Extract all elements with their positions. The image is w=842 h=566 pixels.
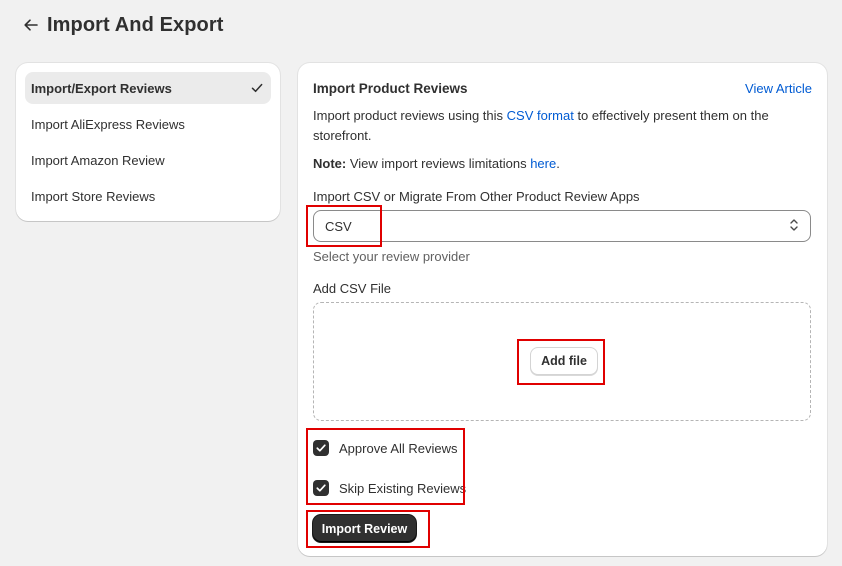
import-review-button[interactable]: Import Review [313, 515, 416, 542]
skip-existing-reviews-checkbox[interactable]: Skip Existing Reviews [313, 480, 466, 496]
csv-format-link[interactable]: CSV format [507, 108, 574, 123]
back-button[interactable] [20, 12, 42, 38]
sidebar-nav: Import/Export Reviews Import AliExpress … [16, 63, 280, 221]
select-arrows-icon [788, 217, 800, 236]
add-file-button[interactable]: Add file [530, 347, 598, 375]
page-title: Import And Export [47, 13, 224, 36]
page-header: Import And Export [20, 12, 224, 38]
note-text: View import reviews limitations [346, 156, 531, 171]
approve-all-reviews-checkbox[interactable]: Approve All Reviews [313, 440, 458, 456]
sidebar-item-import-export-reviews[interactable]: Import/Export Reviews [25, 72, 271, 104]
view-article-link[interactable]: View Article [745, 81, 812, 96]
csv-file-dropzone[interactable]: Add file [313, 302, 811, 421]
sidebar-item-import-aliexpress-reviews[interactable]: Import AliExpress Reviews [25, 108, 271, 140]
checkbox-checked-icon [313, 480, 329, 496]
sidebar-item-label: Import Amazon Review [31, 152, 165, 168]
sidebar-item-import-store-reviews[interactable]: Import Store Reviews [25, 180, 271, 212]
provider-select-hint: Select your review provider [313, 249, 470, 264]
card-title: Import Product Reviews [313, 81, 468, 96]
import-product-reviews-card: Import Product Reviews View Article Impo… [298, 63, 827, 556]
skip-existing-reviews-label: Skip Existing Reviews [339, 480, 467, 496]
import-export-page: Import And Export Import/Export Reviews … [0, 0, 842, 566]
arrow-left-icon [24, 19, 38, 31]
limitations-here-link[interactable]: here [530, 156, 556, 171]
approve-all-reviews-label: Approve All Reviews [339, 440, 458, 456]
sidebar-item-import-amazon-review[interactable]: Import Amazon Review [25, 144, 271, 176]
checkmark-icon [249, 80, 265, 96]
sidebar-item-label: Import Store Reviews [31, 188, 156, 204]
provider-select-label: Import CSV or Migrate From Other Product… [313, 189, 640, 204]
sidebar-item-label: Import AliExpress Reviews [31, 116, 185, 132]
checkbox-checked-icon [313, 440, 329, 456]
note-period: . [556, 156, 560, 171]
description: Import product reviews using this CSV fo… [313, 106, 783, 146]
csv-file-label: Add CSV File [313, 281, 392, 296]
provider-select-value: CSV [325, 218, 352, 234]
description-text: Import product reviews using this [313, 108, 507, 123]
note: Note: View import reviews limitations he… [313, 156, 560, 171]
provider-select[interactable]: CSV [313, 210, 811, 242]
note-label: Note: [313, 156, 347, 171]
sidebar-item-label: Import/Export Reviews [31, 80, 172, 96]
